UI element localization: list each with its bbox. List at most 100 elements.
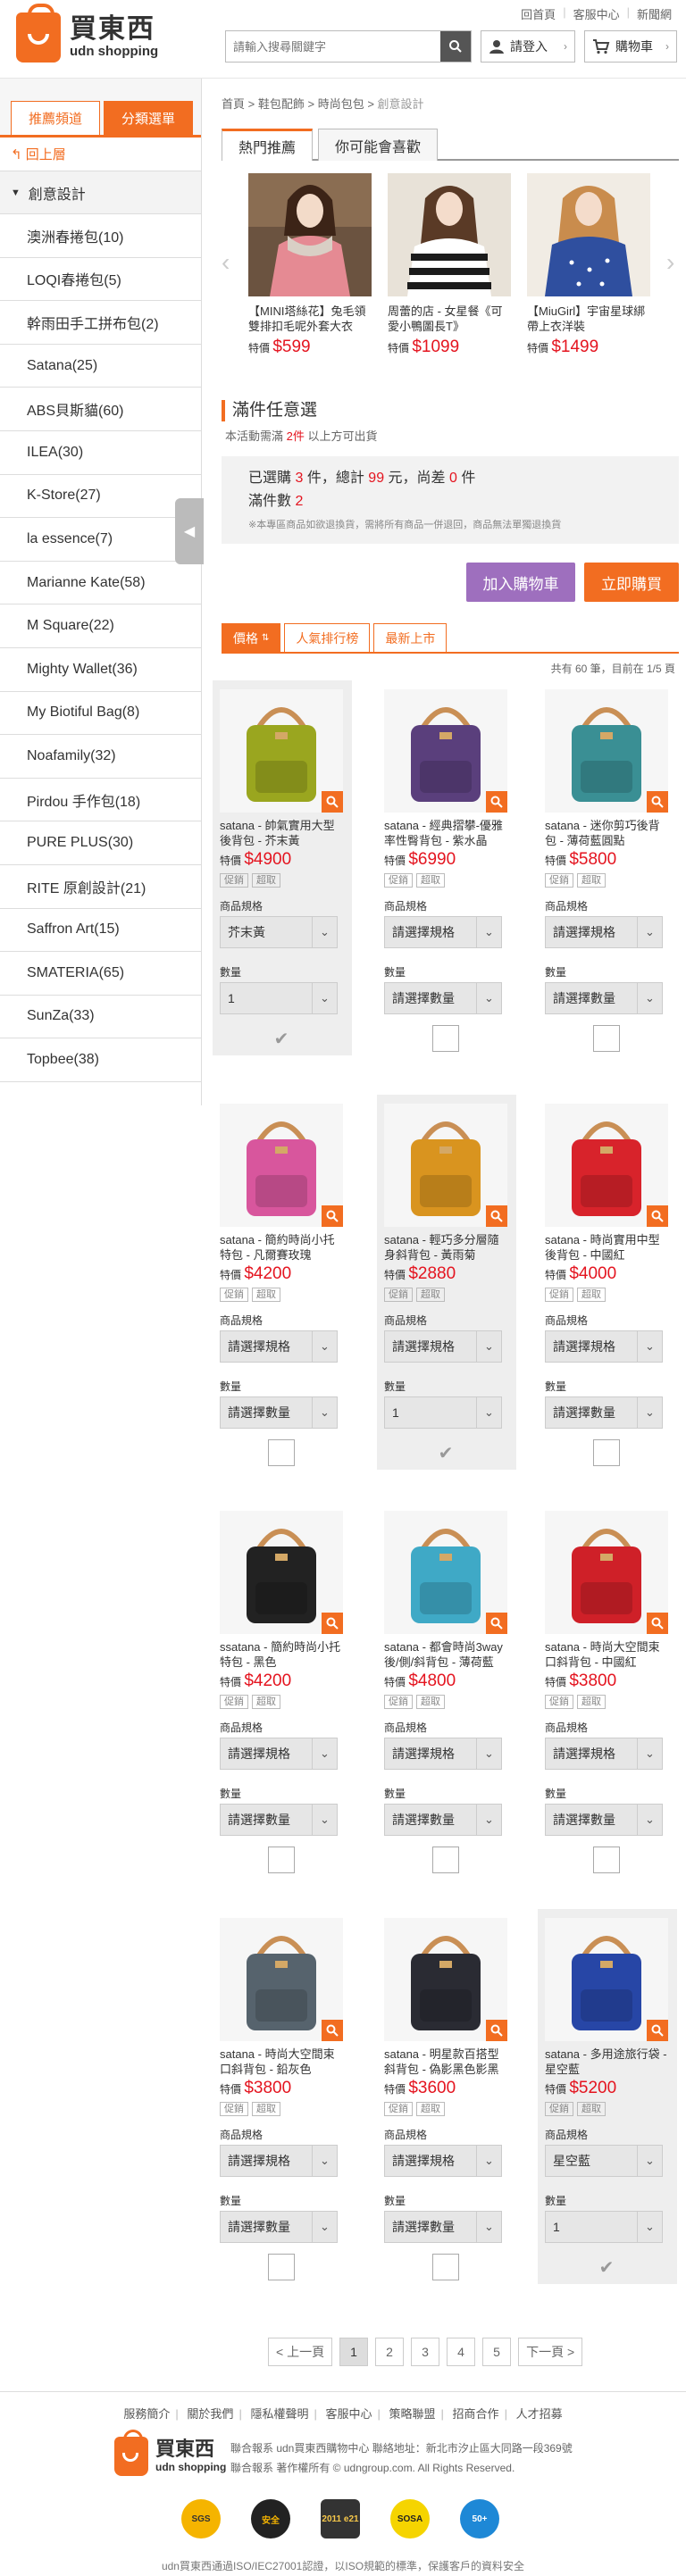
spec-select[interactable]: 請選擇規格 ⌄ [545,916,663,948]
breadcrumb-shoes-bags[interactable]: 鞋包配飾 [258,97,305,111]
product-card[interactable]: satana - 輕巧多分層隨身斜背包 - 黃雨菊 特價 $2880 促銷 超取 商品規… [377,1095,516,1470]
next-page-button[interactable]: 下一頁 > [518,2338,583,2366]
footer-link[interactable]: 策略聯盟 [384,2407,441,2421]
select-checkbox[interactable] [432,1847,459,1873]
buy-now-button[interactable]: 立即購買 [584,563,679,602]
product-title[interactable]: satana - 帥氣實用大型後背包 - 芥末黃 [220,818,345,848]
spec-select[interactable]: 請選擇規格 ⌄ [384,916,502,948]
sidebar-item[interactable]: Topbee(38) [0,1038,201,1082]
select-checkbox[interactable] [432,2254,459,2280]
product-card[interactable]: satana - 時尚大空間束口斜背包 - 中國紅 特價 $3800 促銷 超取 商品規… [538,1502,677,1877]
product-image[interactable] [220,1918,343,2041]
product-image[interactable] [384,1104,507,1227]
spec-select[interactable]: 請選擇規格 ⌄ [220,1738,338,1770]
select-checkbox[interactable] [593,1847,620,1873]
sidebar-collapse-toggle[interactable]: ◀ [175,498,204,564]
link-home[interactable]: 回首頁 [521,5,556,22]
select-checkbox[interactable] [268,1847,295,1873]
product-card[interactable]: satana - 都會時尚3way後/側/斜背包 - 薄荷藍 特價 $4800 促銷… [377,1502,516,1877]
tab-recommended-channels[interactable]: 推薦頻道 [11,101,100,135]
link-service[interactable]: 客服中心 [573,5,620,22]
sidebar-item[interactable]: Satana(25) [0,344,201,388]
sidebar-item[interactable]: LOQI春捲包(5) [0,258,201,302]
sidebar-item[interactable]: M Square(22) [0,604,201,648]
spec-select[interactable]: 請選擇規格 ⌄ [384,2145,502,2177]
product-image[interactable] [384,1918,507,2041]
prev-page-button[interactable]: < 上一頁 [268,2338,333,2366]
spec-select[interactable]: 請選擇規格 ⌄ [220,2145,338,2177]
sgs-badge-icon[interactable]: SGS [175,2492,227,2546]
product-image[interactable] [545,1104,668,1227]
product-title[interactable]: ssatana - 簡約時尚小托特包 - 黑色 [220,1639,345,1670]
select-checkbox[interactable] [268,1439,295,1466]
carousel-item[interactable]: 【MiuGirl】宇宙星球綁帶上衣洋裝 特價 $1499 [527,173,650,357]
sidebar-item[interactable]: Pirdou 手作包(18) [0,779,201,822]
e21-badge-icon[interactable]: 2011 e21 [314,2492,366,2546]
qty-select[interactable]: 請選擇數量 ⌄ [220,2211,338,2243]
sidebar-item[interactable]: My Biotiful Bag(8) [0,692,201,736]
footer-link[interactable]: 招商合作 [448,2407,505,2421]
spec-select[interactable]: 星空藍 ⌄ [545,2145,663,2177]
spec-select[interactable]: 請選擇規格 ⌄ [545,1738,663,1770]
sidebar-item[interactable]: Noafamily(32) [0,735,201,779]
page-4[interactable]: 4 [447,2338,476,2366]
zoom-icon[interactable] [322,791,343,813]
sort-price[interactable]: 價格 ⇅ [222,623,281,652]
qty-select[interactable]: 請選擇數量 ⌄ [384,1804,502,1836]
sidebar-item[interactable]: 幹雨田手工拼布包(2) [0,301,201,345]
sidebar-item[interactable]: la essence(7) [0,518,201,562]
zoom-icon[interactable] [647,2020,668,2041]
sidebar-item[interactable]: PURE PLUS(30) [0,821,201,865]
qty-select[interactable]: 請選擇數量 ⌄ [545,1804,663,1836]
product-title[interactable]: satana - 明星款百搭型斜背包 - 偽影黑色影黑 [384,2047,509,2077]
page-5[interactable]: 5 [482,2338,512,2366]
product-card[interactable]: satana - 帥氣實用大型後背包 - 芥末黃 特價 $4900 促銷 超取 商品規格… [213,680,352,1055]
sidebar-category[interactable]: ▼ 創意設計 [0,171,201,214]
zoom-icon[interactable] [322,1205,343,1227]
tab-hot[interactable]: 熱門推薦 [222,129,314,161]
page-1[interactable]: 1 [339,2338,369,2366]
product-title[interactable]: satana - 輕巧多分層隨身斜背包 - 黃雨菊 [384,1232,509,1263]
checkmark-icon[interactable]: ✔ [432,1439,459,1466]
product-title[interactable]: satana - 迷你剪巧後背包 - 薄荷藍圓點 [545,818,670,848]
product-title[interactable]: satana - 時尚大空間束口斜背包 - 中國紅 [545,1639,670,1670]
product-image[interactable] [220,689,343,813]
select-checkbox[interactable] [593,1025,620,1052]
back-up-level[interactable]: ↰ 回上層 [0,138,201,171]
footer-link[interactable]: 服務簡介 [118,2407,175,2421]
product-title[interactable]: satana - 時尚大空間束口斜背包 - 鉛灰色 [220,2047,345,2077]
login-button[interactable]: 請登入 › [481,30,575,63]
qty-select[interactable]: 請選擇數量 ⌄ [545,1396,663,1429]
sidebar-item[interactable]: K-Store(27) [0,475,201,519]
50plus-badge-icon[interactable]: 50+ [454,2492,506,2546]
link-news[interactable]: 新聞網 [637,5,672,22]
site-logo[interactable]: 買東西 udn shopping [16,4,168,68]
zoom-icon[interactable] [647,1613,668,1634]
product-image[interactable] [545,689,668,813]
product-card[interactable]: satana - 多用途旅行袋 - 星空藍 特價 $5200 促銷 超取 商品規格 星空藍… [538,1909,677,2284]
product-title[interactable]: satana - 簡約時尚小托特包 - 凡爾賽玫瑰 [220,1232,345,1263]
zoom-icon[interactable] [322,2020,343,2041]
checkmark-icon[interactable]: ✔ [593,2254,620,2280]
sidebar-item[interactable]: Saffron Art(15) [0,909,201,953]
zoom-icon[interactable] [486,791,507,813]
carousel-item[interactable]: 【MINI塔絲花】兔毛領雙排扣毛呢外套大衣 特價 $599 [248,173,372,357]
page-3[interactable]: 3 [411,2338,440,2366]
qty-select[interactable]: 請選擇數量 ⌄ [220,1396,338,1429]
zoom-icon[interactable] [647,1205,668,1227]
product-title[interactable]: satana - 時尚實用中型後背包 - 中國紅 [545,1232,670,1263]
product-title[interactable]: satana - 都會時尚3way後/側/斜背包 - 薄荷藍 [384,1639,509,1670]
qty-select[interactable]: 1 ⌄ [384,1396,502,1429]
sidebar-item[interactable]: 澳洲春捲包(10) [0,214,201,258]
product-image[interactable] [384,689,507,813]
product-title[interactable]: satana - 經典摺攀-優雅率性臀背包 - 紫水晶 [384,818,509,848]
add-to-cart-button[interactable]: 加入購物車 [466,563,575,602]
qty-select[interactable]: 請選擇數量 ⌄ [220,1804,338,1836]
spec-select[interactable]: 請選擇規格 ⌄ [384,1330,502,1363]
footer-link[interactable]: 人才招募 [511,2407,568,2421]
qty-select[interactable]: 1 ⌄ [545,2211,663,2243]
cart-button[interactable]: 購物車 › [584,30,677,63]
qty-select[interactable]: 1 ⌄ [220,982,338,1014]
select-checkbox[interactable] [593,1439,620,1466]
product-image[interactable] [384,1511,507,1634]
